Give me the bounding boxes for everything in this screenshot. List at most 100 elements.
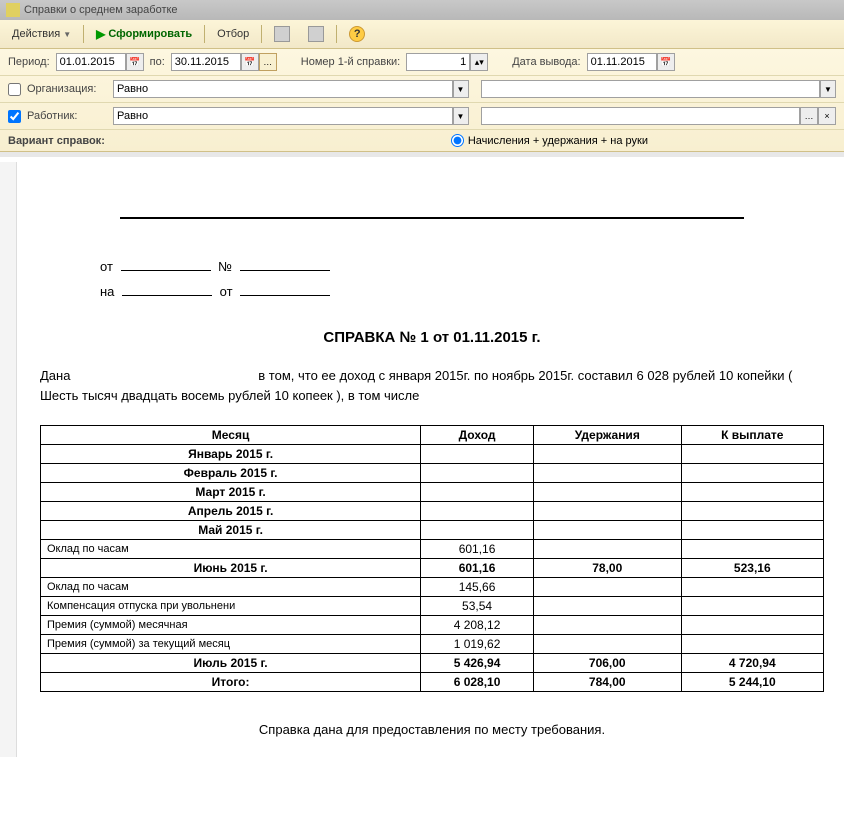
doc-meta-from: от № (100, 259, 824, 274)
cell-label: Оклад по часам (41, 578, 421, 597)
clear-button[interactable]: × (818, 107, 836, 125)
cell-income: 601,16 (421, 559, 534, 578)
cell-pay (681, 540, 823, 559)
org-row: Организация: ▼ ▼ (0, 76, 844, 103)
cell-pay (681, 597, 823, 616)
period-from-input[interactable] (56, 53, 126, 71)
form-label: Сформировать (108, 28, 192, 40)
dropdown-arrow-icon[interactable]: ▼ (453, 107, 469, 125)
cell-income: 4 208,12 (421, 616, 534, 635)
cell-pay (681, 464, 823, 483)
cell-pay (681, 521, 823, 540)
cell-withhold (533, 635, 681, 654)
cell-pay (681, 445, 823, 464)
cell-pay: 523,16 (681, 559, 823, 578)
cell-income: 1 019,62 (421, 635, 534, 654)
doc-intro: Дана в том, что ее доход с января 2015г.… (40, 366, 824, 405)
cell-withhold (533, 521, 681, 540)
window-title: Справки о среднем заработке (24, 4, 178, 16)
table-row: Январь 2015 г. (41, 445, 824, 464)
cell-label: Апрель 2015 г. (41, 502, 421, 521)
org-op-select[interactable] (113, 80, 453, 98)
ref-num-input[interactable] (406, 53, 470, 71)
cell-withhold (533, 483, 681, 502)
cell-label: Май 2015 г. (41, 521, 421, 540)
org-checkbox[interactable] (8, 83, 21, 96)
table-row: Оклад по часам145,66 (41, 578, 824, 597)
filter-label: Отбор (217, 28, 249, 40)
cell-withhold (533, 597, 681, 616)
toolbar-separator (83, 25, 84, 43)
ref-num-label: Номер 1-й справки: (301, 56, 400, 68)
calendar-button[interactable]: 📅 (241, 53, 259, 71)
variant-radio[interactable] (451, 134, 464, 147)
ellipsis-button[interactable]: … (800, 107, 818, 125)
toolbar-separator (336, 25, 337, 43)
form-button[interactable]: ▶ Сформировать (90, 25, 198, 43)
worker-checkbox[interactable] (8, 110, 21, 123)
table-header: Удержания (533, 426, 681, 445)
table-row: Компенсация отпуска при увольнени53,54 (41, 597, 824, 616)
cell-income (421, 521, 534, 540)
cell-label: Премия (суммой) месячная (41, 616, 421, 635)
table-header: К выплате (681, 426, 823, 445)
period-to-input[interactable] (171, 53, 241, 71)
cell-withhold (533, 616, 681, 635)
cell-label: Оклад по часам (41, 540, 421, 559)
tool-button-2[interactable] (302, 24, 330, 44)
table-row: Премия (суммой) месячная4 208,12 (41, 616, 824, 635)
cell-label: Июль 2015 г. (41, 654, 421, 673)
period-row: Период: 📅 по: 📅 … Номер 1-й справки: ▴▾ … (0, 49, 844, 76)
cell-label: Итого: (41, 673, 421, 692)
tool-icon (308, 26, 324, 42)
filter-button[interactable]: Отбор (211, 26, 255, 42)
cell-withhold (533, 445, 681, 464)
cell-income: 601,16 (421, 540, 534, 559)
help-button[interactable]: ? (343, 24, 371, 44)
output-date-input[interactable] (587, 53, 657, 71)
cell-pay (681, 483, 823, 502)
table-header: Доход (421, 426, 534, 445)
cell-withhold: 78,00 (533, 559, 681, 578)
worker-value-input[interactable] (481, 107, 801, 125)
toolbar: Действия ▼ ▶ Сформировать Отбор ? (0, 20, 844, 49)
cell-withhold: 784,00 (533, 673, 681, 692)
period-select-button[interactable]: … (259, 53, 277, 71)
cell-income: 6 028,10 (421, 673, 534, 692)
cell-income: 5 426,94 (421, 654, 534, 673)
calendar-button[interactable]: 📅 (126, 53, 144, 71)
toolbar-separator (204, 25, 205, 43)
calendar-button[interactable]: 📅 (657, 53, 675, 71)
table-row: Февраль 2015 г. (41, 464, 824, 483)
actions-menu-button[interactable]: Действия ▼ (6, 26, 77, 42)
table-row: Итого:6 028,10784,005 244,10 (41, 673, 824, 692)
spinner-button[interactable]: ▴▾ (470, 53, 488, 71)
cell-pay: 5 244,10 (681, 673, 823, 692)
cell-income (421, 445, 534, 464)
worker-op-select[interactable] (113, 107, 453, 125)
cell-label: Январь 2015 г. (41, 445, 421, 464)
table-row: Май 2015 г. (41, 521, 824, 540)
income-table: МесяцДоходУдержанияК выплате Январь 2015… (40, 425, 824, 692)
cell-withhold (533, 578, 681, 597)
table-row: Апрель 2015 г. (41, 502, 824, 521)
period-label: Период: (8, 56, 50, 68)
dropdown-arrow-icon[interactable]: ▼ (453, 80, 469, 98)
output-date-label: Дата вывода: (512, 56, 580, 68)
table-row: Март 2015 г. (41, 483, 824, 502)
table-row: Июнь 2015 г.601,1678,00523,16 (41, 559, 824, 578)
cell-pay (681, 616, 823, 635)
document-area: от № на от СПРАВКА № 1 от 01.11.2015 г. … (0, 152, 844, 757)
variant-label: Вариант справок: (8, 135, 105, 147)
org-label: Организация: (27, 83, 107, 95)
dropdown-arrow-icon[interactable]: ▼ (820, 80, 836, 98)
cell-withhold (533, 540, 681, 559)
cell-pay (681, 502, 823, 521)
tool-button-1[interactable] (268, 24, 296, 44)
org-value-input[interactable] (481, 80, 821, 98)
cell-label: Февраль 2015 г. (41, 464, 421, 483)
cell-label: Компенсация отпуска при увольнени (41, 597, 421, 616)
app-icon (6, 3, 20, 17)
help-icon: ? (349, 26, 365, 42)
cell-pay: 4 720,94 (681, 654, 823, 673)
